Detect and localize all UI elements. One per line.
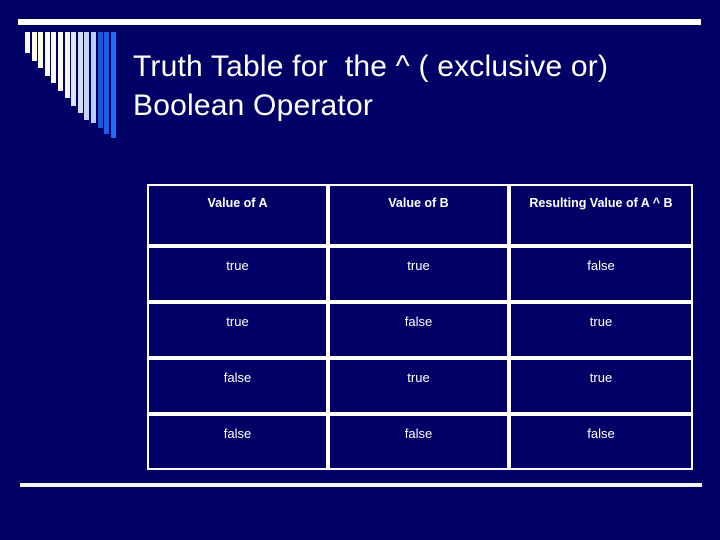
table-row: false true true (147, 358, 693, 414)
cell-value-a: true (147, 302, 328, 358)
decorative-bar (91, 32, 96, 123)
cell-value-b: true (328, 358, 509, 414)
decorative-bar (58, 32, 63, 91)
cell-result: true (509, 358, 693, 414)
truth-table-container: Value of A Value of B Resulting Value of… (147, 184, 693, 470)
table-row: true false true (147, 302, 693, 358)
decorative-bar (97, 32, 103, 128)
column-header-result: Resulting Value of A ^ B (509, 184, 693, 246)
column-header-value-a: Value of A (147, 184, 328, 246)
slide-canvas: Truth Table for the ^ ( exclusive or) Bo… (0, 0, 720, 540)
decorative-bar (77, 32, 83, 113)
cell-result: true (509, 302, 693, 358)
decorative-bar (110, 32, 116, 138)
cell-value-b: true (328, 246, 509, 302)
decorative-bar (51, 32, 57, 83)
table-row: true true false (147, 246, 693, 302)
xor-truth-table: Value of A Value of B Resulting Value of… (147, 184, 693, 470)
cell-value-a: false (147, 414, 328, 470)
decorative-bar (31, 32, 37, 61)
column-header-value-b: Value of B (328, 184, 509, 246)
decorative-bar (71, 32, 77, 106)
decorative-bar (38, 32, 44, 68)
cell-result: false (509, 414, 693, 470)
page-title: Truth Table for the ^ ( exclusive or) Bo… (133, 50, 626, 122)
top-divider-rule (18, 19, 701, 25)
cell-value-a: true (147, 246, 328, 302)
cell-value-b: false (328, 302, 509, 358)
decorative-bar (25, 32, 30, 53)
decorative-bar-graphic (25, 32, 120, 142)
cell-value-b: false (328, 414, 509, 470)
decorative-bar (64, 32, 70, 98)
decorative-bar (44, 32, 50, 76)
decorative-bar (104, 32, 110, 134)
bottom-divider-rule (20, 483, 702, 487)
cell-result: false (509, 246, 693, 302)
decorative-bar (84, 32, 90, 120)
table-header-row: Value of A Value of B Resulting Value of… (147, 184, 693, 246)
cell-value-a: false (147, 358, 328, 414)
table-row: false false false (147, 414, 693, 470)
